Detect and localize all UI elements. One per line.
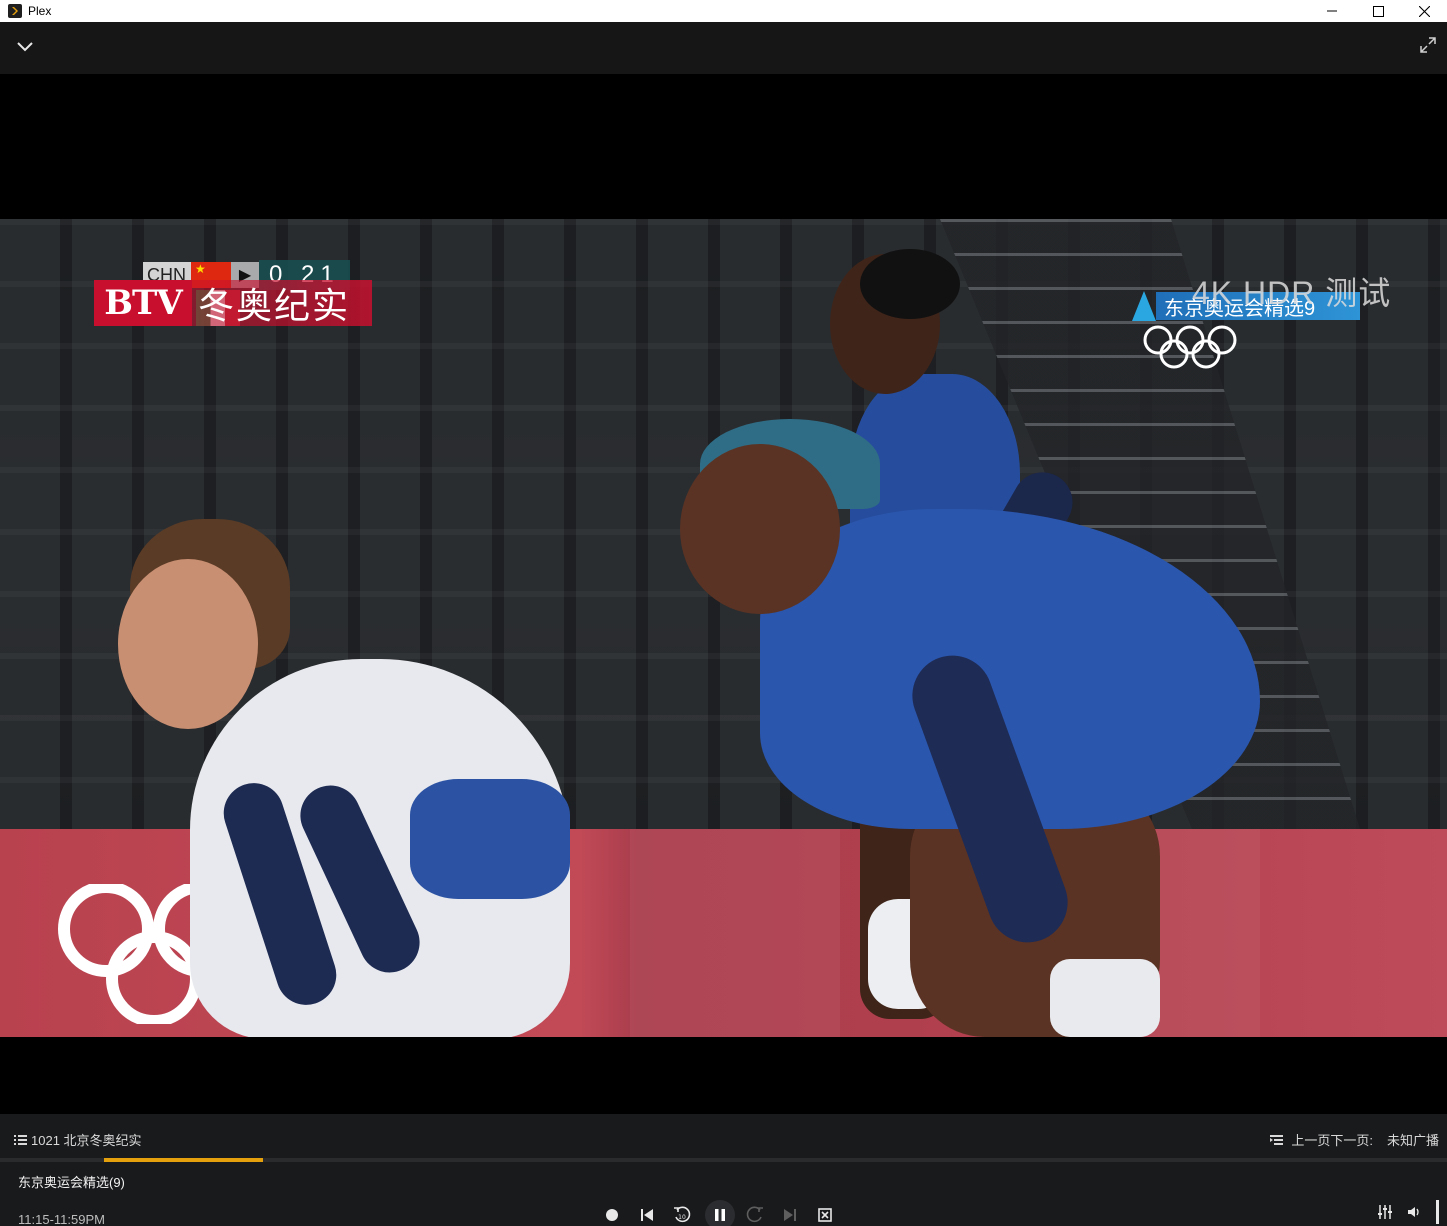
minimize-icon — [1327, 10, 1337, 12]
right-controls — [1366, 1200, 1439, 1224]
minimize-button[interactable] — [1309, 0, 1355, 22]
transport-controls: 10 — [600, 1200, 848, 1226]
forward-button[interactable] — [743, 1203, 767, 1226]
queue-label: 1021 北京冬奥纪实 — [31, 1133, 142, 1148]
equalizer-icon — [1378, 1205, 1392, 1219]
record-button[interactable] — [600, 1203, 624, 1226]
volume-icon — [1408, 1207, 1419, 1217]
pause-icon — [715, 1209, 725, 1221]
player-figure — [118, 559, 258, 729]
progress-bar[interactable] — [0, 1158, 1447, 1162]
previous-button[interactable] — [635, 1203, 659, 1226]
close-button[interactable] — [1401, 0, 1447, 22]
player-top-bar — [0, 22, 1447, 74]
player-controls: 1021 北京冬奥纪实 上一页下一页: 未知广播 东京奥运会精选(9) 11:1… — [0, 1114, 1447, 1226]
plex-window: Plex CHN ★ ▶ 0 21 BTV 冬奥纪实 东京奥运会精选9 4K H… — [0, 0, 1447, 1226]
replay-10-button[interactable]: 10 — [670, 1203, 694, 1226]
page-nav-label[interactable]: 上一页下一页: — [1291, 1130, 1373, 1149]
window-title: Plex — [28, 4, 52, 18]
svg-text:10: 10 — [678, 1214, 686, 1221]
stop-button[interactable] — [813, 1203, 837, 1226]
title-bar: Plex — [0, 0, 1447, 22]
audio-settings-button[interactable] — [1374, 1201, 1396, 1223]
collapse-player-button[interactable] — [14, 36, 36, 58]
channel-name: 冬奥纪实 — [192, 280, 372, 326]
fullscreen-button[interactable] — [1417, 34, 1439, 56]
record-icon — [606, 1209, 618, 1221]
volume-button[interactable] — [1404, 1201, 1426, 1223]
close-icon — [1418, 5, 1430, 17]
program-time: 11:15-11:59PM — [18, 1212, 105, 1226]
forward-icon — [746, 1206, 763, 1223]
player-figure — [410, 779, 570, 899]
quality-watermark: 4K HDR 测试 — [1192, 275, 1392, 311]
play-queue-button[interactable]: 1021 北京冬奥纪实 — [14, 1130, 142, 1149]
skip-previous-icon — [641, 1209, 653, 1221]
channel-logo: BTV — [94, 280, 192, 326]
list-icon — [14, 1134, 27, 1146]
program-title: 东京奥运会精选(9) — [18, 1175, 125, 1190]
olympic-rings-icon — [1143, 325, 1237, 369]
stop-icon — [818, 1208, 832, 1222]
channel-nav: 上一页下一页: 未知广播 — [1270, 1130, 1439, 1149]
pause-button[interactable] — [705, 1200, 735, 1226]
maximize-button[interactable] — [1355, 0, 1401, 22]
guide-list-icon[interactable] — [1270, 1134, 1284, 1146]
player-figure — [680, 444, 840, 614]
volume-slider[interactable] — [1436, 1200, 1439, 1224]
player-figure — [1050, 959, 1160, 1037]
next-button[interactable] — [778, 1203, 802, 1226]
replay-10-icon: 10 — [674, 1206, 691, 1223]
triangle-icon — [1132, 291, 1156, 321]
broadcast-label: 未知广播 — [1386, 1133, 1439, 1148]
chevron-down-icon — [17, 42, 33, 52]
expand-icon — [1420, 37, 1436, 53]
player-figure — [860, 249, 960, 319]
skip-next-icon — [784, 1209, 796, 1221]
progress-fill — [104, 1158, 263, 1162]
plex-logo-icon — [8, 4, 22, 18]
maximize-icon — [1372, 5, 1384, 17]
